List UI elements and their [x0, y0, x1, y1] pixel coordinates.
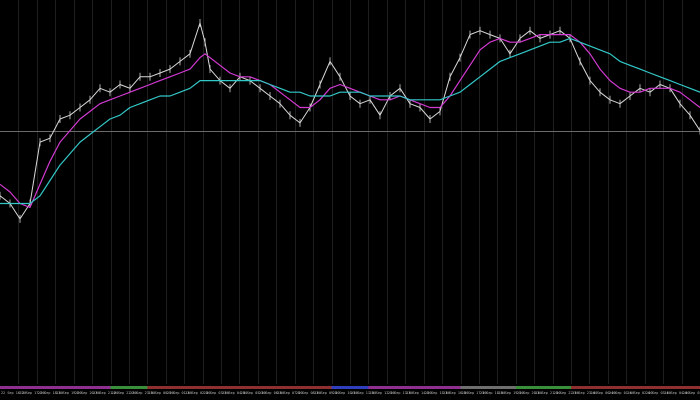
- time-tick-label: 24 Sep 05:00: [683, 391, 700, 395]
- time-axis-band: [534, 386, 554, 389]
- time-axis-band: [147, 386, 167, 389]
- time-axis-band: [571, 386, 590, 389]
- time-axis-band: [221, 386, 240, 389]
- time-axis-band: [423, 386, 443, 389]
- time-axis-band: [202, 386, 222, 389]
- time-axis-band: [313, 386, 333, 389]
- time-axis-band: [607, 386, 627, 389]
- time-axis-band: [165, 386, 185, 389]
- time-axis-band: [110, 386, 130, 389]
- price-chart-svg: 22 Sep 16:3022 Sep 17:0022 Sep 18:0022 S…: [0, 0, 700, 395]
- time-axis-band: [552, 386, 572, 389]
- time-axis-band: [294, 386, 314, 389]
- price-chart[interactable]: 22 Sep 16:30 22 Sep 17:00 22 Sep 18:00 22 S…: [0, 0, 700, 400]
- time-axis-band: [368, 386, 388, 389]
- time-axis-band: [442, 386, 461, 389]
- time-axis-band: [515, 386, 535, 389]
- time-axis-band: [276, 386, 296, 389]
- time-axis-band: [589, 386, 609, 389]
- time-axis-band: [0, 386, 19, 389]
- time-axis: 22 Sep 16:3022 Sep 17:0022 Sep 18:0022 S…: [0, 386, 700, 395]
- time-axis-band: [73, 386, 93, 389]
- time-axis-band: [92, 386, 111, 389]
- time-axis-band: [36, 386, 56, 389]
- time-axis-band: [184, 386, 204, 389]
- time-axis-band: [405, 386, 425, 389]
- time-axis-band: [18, 386, 38, 389]
- time-axis-band: [497, 386, 517, 389]
- time-axis-band: [681, 386, 700, 389]
- time-axis-band: [239, 386, 259, 389]
- time-axis-band: [55, 386, 75, 389]
- time-axis-band: [478, 386, 498, 389]
- time-axis-band: [386, 386, 406, 389]
- time-axis-band: [350, 386, 369, 389]
- time-axis-band: [644, 386, 664, 389]
- time-axis-band: [626, 386, 646, 389]
- time-axis-band: [460, 386, 480, 389]
- time-axis-band: [663, 386, 683, 389]
- grid: [18, 0, 683, 384]
- time-axis-band: [257, 386, 277, 389]
- time-axis-band: [128, 386, 148, 389]
- time-axis-band: [331, 386, 351, 389]
